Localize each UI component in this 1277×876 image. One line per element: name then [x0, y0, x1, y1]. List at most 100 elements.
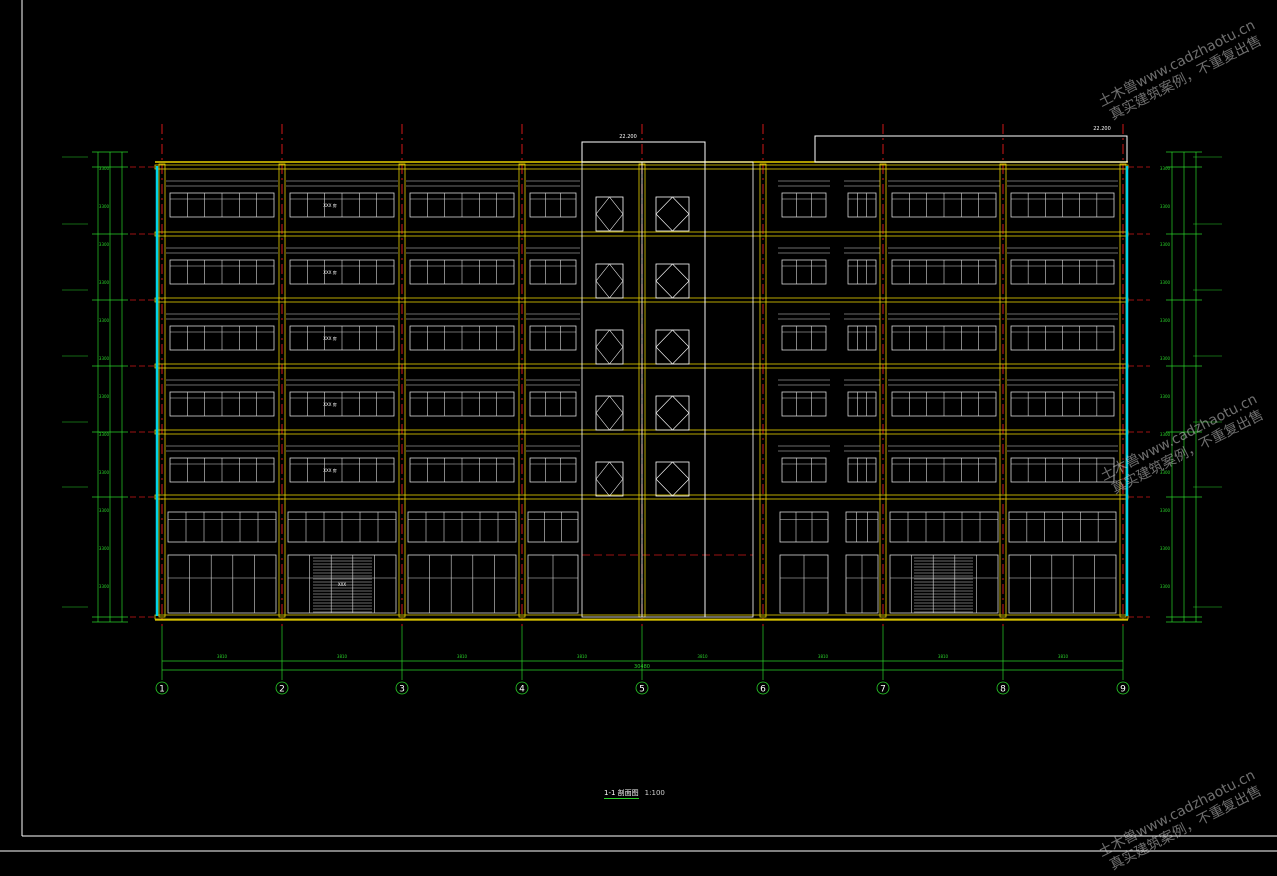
window-0-5	[847, 192, 877, 218]
dim-bay-text-6: 3810	[938, 654, 949, 659]
dim-text-r-5: 3300	[1160, 356, 1171, 361]
stair-window-d1-1-1	[655, 263, 673, 282]
stair-window-d2-3-0	[609, 395, 624, 414]
drawing-frame	[0, 0, 1277, 852]
room-label-0: XXX 房	[323, 202, 337, 208]
stair-window-0-1	[655, 196, 690, 232]
room-label-3: XXX 房	[323, 401, 337, 407]
stair-window-d3-0-0	[595, 213, 610, 232]
dim-bay-text-2: 3810	[457, 654, 468, 659]
dim-text-r-0: 3300	[1160, 166, 1171, 171]
stair-window-d2-2-0	[609, 329, 624, 348]
stair-window-1-0	[595, 263, 624, 299]
stair-window-d4-4-0	[609, 478, 624, 497]
dim-text-l-4: 3300	[99, 318, 110, 323]
axis-label-4: 4	[519, 685, 525, 695]
roof-elev-right: 22.200	[1093, 126, 1111, 132]
stair-window-d3-2-0	[595, 346, 610, 365]
stair-window-0-0	[595, 196, 624, 232]
corridor-core	[704, 161, 754, 618]
dim-text-l-10: 3300	[99, 546, 110, 551]
dim-text-r-3: 3300	[1160, 280, 1171, 285]
window-4-4	[781, 457, 827, 483]
window-0-3	[529, 192, 577, 218]
water-tank-roof	[814, 135, 1128, 163]
dim-text-l-5: 3300	[99, 356, 110, 361]
dim-text-l-2: 3300	[99, 242, 110, 247]
dim-text-r-10: 3300	[1160, 546, 1171, 551]
dim-text-r-11: 3300	[1160, 584, 1171, 589]
axis-label-7: 7	[880, 685, 886, 695]
room-label-4: XXX 房	[323, 467, 337, 473]
stair-window-d4-1-1	[672, 280, 690, 299]
dim-text-r-4: 3300	[1160, 318, 1171, 323]
dim-text-l-7: 3300	[99, 432, 110, 437]
stair-window-d4-0-1	[672, 213, 690, 232]
axis-label-5: 5	[639, 685, 645, 695]
stair-window-d3-4-0	[595, 478, 610, 497]
stair-window-4-1	[655, 461, 690, 497]
stair-window-d4-2-1	[672, 346, 690, 365]
ground-upper-window-4	[779, 511, 829, 543]
stair-core	[581, 161, 706, 618]
dim-text-r-7: 3300	[1160, 432, 1171, 437]
stair-window-d2-4-0	[609, 461, 624, 480]
stair-window-2-1	[655, 329, 690, 365]
stair-window-d4-0-0	[609, 213, 624, 232]
stair-window-d4-4-1	[672, 478, 690, 497]
dim-text-r-2: 3300	[1160, 242, 1171, 247]
window-2-3	[529, 325, 577, 351]
window-1-4	[781, 259, 827, 285]
stair-window-d2-1-1	[672, 263, 690, 282]
dim-bay-text-7: 3810	[1058, 654, 1069, 659]
dim-text-r-6: 3300	[1160, 394, 1171, 399]
stair-window-3-1	[655, 395, 690, 431]
stair-window-d3-1-1	[655, 280, 673, 299]
window-2-5	[847, 325, 877, 351]
stair-tower-roof	[581, 141, 706, 163]
dim-bay-text-0: 3810	[217, 654, 228, 659]
stair-window-3-0	[595, 395, 624, 431]
stair-window-d3-0-1	[655, 213, 673, 232]
dim-text-r-1: 3300	[1160, 204, 1171, 209]
stair-window-d2-0-1	[672, 196, 690, 215]
storefront-0	[167, 554, 277, 614]
dim-text-r-8: 3300	[1160, 470, 1171, 475]
window-0-4	[781, 192, 827, 218]
window-2-4	[781, 325, 827, 351]
stair-window-d3-4-1	[655, 478, 673, 497]
dim-text-l-6: 3300	[99, 394, 110, 399]
dim-text-r-9: 3300	[1160, 508, 1171, 513]
stair-window-2-0	[595, 329, 624, 365]
stair-window-d1-4-1	[655, 461, 673, 480]
stair-window-d3-3-1	[655, 412, 673, 431]
roof-elev-mid: 22.200	[619, 134, 637, 140]
dim-overall-text: 30480	[634, 664, 650, 670]
room-label-2: XXX 房	[323, 335, 337, 341]
axis-label-8: 8	[1000, 685, 1006, 695]
stair-window-d3-1-0	[595, 280, 610, 299]
stair-window-d1-3-1	[655, 395, 673, 414]
axis-label-3: 3	[399, 685, 405, 695]
stair-window-d1-2-0	[595, 329, 610, 348]
axis-label-9: 9	[1120, 685, 1126, 695]
stair-window-d4-3-0	[609, 412, 624, 431]
room-label-1: XXX 房	[323, 269, 337, 275]
dim-bay-text-1: 3810	[337, 654, 348, 659]
stair-window-d3-3-0	[595, 412, 610, 431]
stair-window-d2-4-1	[672, 461, 690, 480]
window-1-5	[847, 259, 877, 285]
stair-window-d1-3-0	[595, 395, 610, 414]
ground-upper-window-3	[527, 511, 579, 543]
window-3-4	[781, 391, 827, 417]
dim-bay-text-3: 3810	[577, 654, 588, 659]
axis-label-2: 2	[279, 685, 285, 695]
storefront-2	[407, 554, 517, 614]
ground-upper-window-5	[845, 511, 879, 543]
dim-text-l-1: 3300	[99, 204, 110, 209]
stair-window-d1-0-1	[655, 196, 673, 215]
drawing-annotations: XXX 房 XXX 房 XXX 房 XXX 房 XXX 房 XXX 22.200 22.200	[323, 126, 1111, 587]
stair-window-d4-3-1	[672, 412, 690, 431]
drawing-title: 1-1 剖面图	[604, 789, 639, 799]
axis-label-1: 1	[159, 685, 165, 695]
